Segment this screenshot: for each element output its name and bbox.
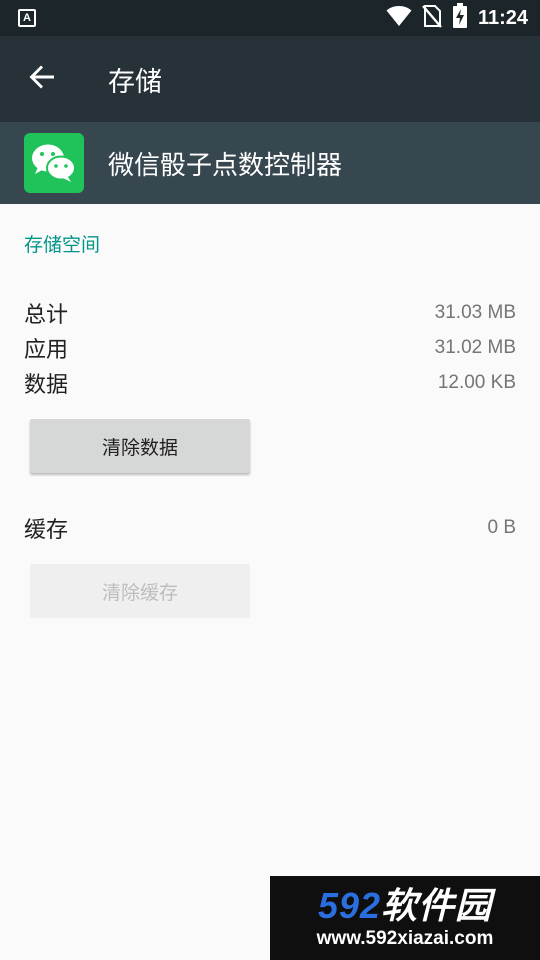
- cache-row: 缓存 0 B: [24, 512, 516, 544]
- watermark-logo: 592软件园 www.592xiazai.com: [270, 876, 540, 960]
- cache-value: 0 B: [487, 517, 516, 538]
- data-size-value: 12.00 KB: [437, 372, 516, 393]
- battery-charging-icon: [452, 3, 468, 33]
- status-time: 11:24: [477, 6, 528, 29]
- storage-section-title: 存储空间: [24, 234, 101, 256]
- data-size-label: 数据: [24, 373, 69, 398]
- back-button[interactable]: [0, 36, 84, 122]
- status-bar-left: A: [18, 9, 36, 27]
- watermark-url: www.592xiazai.com: [316, 928, 494, 949]
- data-size-row: 数据 12.00 KB: [24, 367, 516, 399]
- app-bar: 存储: [0, 36, 540, 122]
- total-value: 31.03 MB: [434, 302, 516, 323]
- total-label: 总计: [24, 303, 69, 328]
- app-name: 微信骰子点数控制器: [108, 150, 343, 181]
- wechat-icon: [24, 133, 84, 193]
- clear-data-button[interactable]: 清除数据: [30, 419, 250, 473]
- status-bar-right: 11:24: [386, 3, 528, 33]
- app-size-row: 应用 31.02 MB: [24, 332, 516, 364]
- wifi-icon: [386, 5, 412, 31]
- app-size-label: 应用: [24, 338, 69, 363]
- clear-cache-button[interactable]: 清除缓存: [30, 564, 250, 618]
- arrow-back-icon: [28, 63, 56, 95]
- page-title: 存储: [108, 66, 162, 98]
- storage-screen: A 11:24 存储 微信骰子点数控制器 存储空间 总计 31.03 MB 应用…: [0, 0, 540, 960]
- cache-label: 缓存: [24, 518, 69, 543]
- status-bar: A 11:24: [0, 0, 540, 36]
- total-row: 总计 31.03 MB: [24, 297, 516, 329]
- app-header: 微信骰子点数控制器: [0, 122, 540, 204]
- watermark-brand: 592软件园: [318, 886, 492, 926]
- app-size-value: 31.02 MB: [434, 337, 516, 358]
- no-sim-icon: [422, 4, 442, 32]
- watermark-text: 软件园: [381, 885, 493, 926]
- notification-a-icon: A: [18, 9, 36, 27]
- watermark-number: 592: [317, 885, 382, 926]
